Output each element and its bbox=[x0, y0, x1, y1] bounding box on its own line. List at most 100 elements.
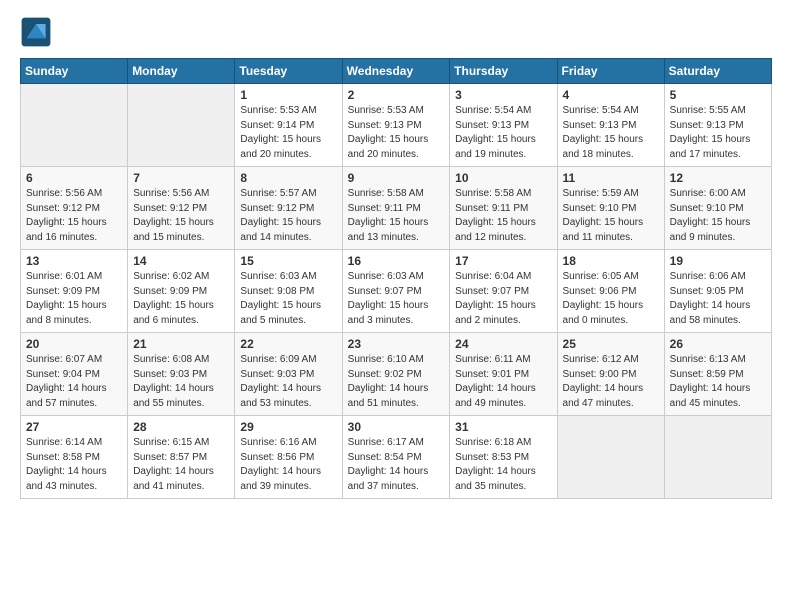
day-info: Sunrise: 6:17 AM Sunset: 8:54 PM Dayligh… bbox=[348, 436, 445, 494]
day-number: 2 bbox=[348, 88, 445, 102]
day-info: Sunrise: 5:54 AM Sunset: 9:13 PM Dayligh… bbox=[455, 104, 551, 162]
day-info: Sunrise: 6:15 AM Sunset: 8:57 PM Dayligh… bbox=[133, 436, 229, 494]
day-info: Sunrise: 6:12 AM Sunset: 9:00 PM Dayligh… bbox=[563, 353, 659, 411]
day-info: Sunrise: 5:59 AM Sunset: 9:10 PM Dayligh… bbox=[563, 187, 659, 245]
weekday-header: Saturday bbox=[664, 59, 771, 84]
day-info: Sunrise: 6:08 AM Sunset: 9:03 PM Dayligh… bbox=[133, 353, 229, 411]
page: SundayMondayTuesdayWednesdayThursdayFrid… bbox=[0, 0, 792, 612]
day-number: 26 bbox=[670, 337, 766, 351]
calendar-cell: 14 Sunrise: 6:02 AM Sunset: 9:09 PM Dayli… bbox=[128, 250, 235, 333]
calendar-cell: 21Sunrise: 6:08 AM Sunset: 9:03 PM Dayli… bbox=[128, 333, 235, 416]
calendar-cell: 9Sunrise: 5:58 AM Sunset: 9:11 PM Daylig… bbox=[342, 167, 450, 250]
day-info: Sunrise: 6:14 AM Sunset: 8:58 PM Dayligh… bbox=[26, 436, 122, 494]
calendar-cell: 6 Sunrise: 5:56 AM Sunset: 9:12 PM Daylig… bbox=[21, 167, 128, 250]
calendar-week-row: 13 Sunrise: 6:01 AM Sunset: 9:09 PM Dayli… bbox=[21, 250, 772, 333]
day-info: Sunrise: 6:16 AM Sunset: 8:56 PM Dayligh… bbox=[240, 436, 336, 494]
calendar-week-row: 6 Sunrise: 5:56 AM Sunset: 9:12 PM Daylig… bbox=[21, 167, 772, 250]
calendar-cell: 22 Sunrise: 6:09 AM Sunset: 9:03 PM Dayli… bbox=[235, 333, 342, 416]
calendar-cell: 23Sunrise: 6:10 AM Sunset: 9:02 PM Dayli… bbox=[342, 333, 450, 416]
day-info: Sunrise: 6:04 AM Sunset: 9:07 PM Dayligh… bbox=[455, 270, 551, 328]
weekday-header: Sunday bbox=[21, 59, 128, 84]
day-info: Sunrise: 5:56 AM Sunset: 9:12 PM Dayligh… bbox=[26, 187, 122, 245]
calendar-cell: 13 Sunrise: 6:01 AM Sunset: 9:09 PM Dayli… bbox=[21, 250, 128, 333]
calendar-cell bbox=[664, 416, 771, 499]
day-info: Sunrise: 6:06 AM Sunset: 9:05 PM Dayligh… bbox=[670, 270, 766, 328]
day-number: 9 bbox=[348, 171, 445, 185]
day-number: 30 bbox=[348, 420, 445, 434]
calendar-header-row: SundayMondayTuesdayWednesdayThursdayFrid… bbox=[21, 59, 772, 84]
day-number: 18 bbox=[563, 254, 659, 268]
day-number: 13 bbox=[26, 254, 122, 268]
day-number: 28 bbox=[133, 420, 229, 434]
weekday-header: Friday bbox=[557, 59, 664, 84]
day-number: 6 bbox=[26, 171, 122, 185]
calendar-cell: 25 Sunrise: 6:12 AM Sunset: 9:00 PM Dayli… bbox=[557, 333, 664, 416]
day-number: 27 bbox=[26, 420, 122, 434]
weekday-header: Wednesday bbox=[342, 59, 450, 84]
calendar: SundayMondayTuesdayWednesdayThursdayFrid… bbox=[20, 58, 772, 499]
calendar-cell: 3 Sunrise: 5:54 AM Sunset: 9:13 PM Daylig… bbox=[450, 84, 557, 167]
day-number: 22 bbox=[240, 337, 336, 351]
day-number: 1 bbox=[240, 88, 336, 102]
logo bbox=[20, 16, 56, 48]
day-number: 11 bbox=[563, 171, 659, 185]
calendar-cell: 16 Sunrise: 6:03 AM Sunset: 9:07 PM Dayli… bbox=[342, 250, 450, 333]
day-number: 19 bbox=[670, 254, 766, 268]
calendar-cell: 18 Sunrise: 6:05 AM Sunset: 9:06 PM Dayli… bbox=[557, 250, 664, 333]
day-info: Sunrise: 6:11 AM Sunset: 9:01 PM Dayligh… bbox=[455, 353, 551, 411]
day-info: Sunrise: 6:09 AM Sunset: 9:03 PM Dayligh… bbox=[240, 353, 336, 411]
day-info: Sunrise: 6:03 AM Sunset: 9:07 PM Dayligh… bbox=[348, 270, 445, 328]
day-number: 12 bbox=[670, 171, 766, 185]
day-number: 3 bbox=[455, 88, 551, 102]
day-number: 7 bbox=[133, 171, 229, 185]
calendar-cell bbox=[128, 84, 235, 167]
header bbox=[20, 16, 772, 48]
calendar-cell: 24 Sunrise: 6:11 AM Sunset: 9:01 PM Dayli… bbox=[450, 333, 557, 416]
calendar-cell: 29Sunrise: 6:16 AM Sunset: 8:56 PM Dayli… bbox=[235, 416, 342, 499]
calendar-cell bbox=[21, 84, 128, 167]
day-info: Sunrise: 5:54 AM Sunset: 9:13 PM Dayligh… bbox=[563, 104, 659, 162]
calendar-cell: 12 Sunrise: 6:00 AM Sunset: 9:10 PM Dayli… bbox=[664, 167, 771, 250]
day-info: Sunrise: 5:56 AM Sunset: 9:12 PM Dayligh… bbox=[133, 187, 229, 245]
calendar-cell: 30 Sunrise: 6:17 AM Sunset: 8:54 PM Dayli… bbox=[342, 416, 450, 499]
calendar-cell: 4Sunrise: 5:54 AM Sunset: 9:13 PM Daylig… bbox=[557, 84, 664, 167]
weekday-header: Thursday bbox=[450, 59, 557, 84]
calendar-cell: 26 Sunrise: 6:13 AM Sunset: 8:59 PM Dayli… bbox=[664, 333, 771, 416]
day-number: 14 bbox=[133, 254, 229, 268]
day-info: Sunrise: 5:53 AM Sunset: 9:13 PM Dayligh… bbox=[348, 104, 445, 162]
day-info: Sunrise: 5:58 AM Sunset: 9:11 PM Dayligh… bbox=[455, 187, 551, 245]
day-info: Sunrise: 6:00 AM Sunset: 9:10 PM Dayligh… bbox=[670, 187, 766, 245]
calendar-cell: 1 Sunrise: 5:53 AM Sunset: 9:14 PM Daylig… bbox=[235, 84, 342, 167]
calendar-week-row: 1 Sunrise: 5:53 AM Sunset: 9:14 PM Daylig… bbox=[21, 84, 772, 167]
calendar-cell: 31 Sunrise: 6:18 AM Sunset: 8:53 PM Dayli… bbox=[450, 416, 557, 499]
day-number: 16 bbox=[348, 254, 445, 268]
weekday-header: Monday bbox=[128, 59, 235, 84]
day-number: 23 bbox=[348, 337, 445, 351]
calendar-cell: 28 Sunrise: 6:15 AM Sunset: 8:57 PM Dayli… bbox=[128, 416, 235, 499]
day-number: 31 bbox=[455, 420, 551, 434]
day-info: Sunrise: 6:02 AM Sunset: 9:09 PM Dayligh… bbox=[133, 270, 229, 328]
day-info: Sunrise: 5:55 AM Sunset: 9:13 PM Dayligh… bbox=[670, 104, 766, 162]
day-info: Sunrise: 6:07 AM Sunset: 9:04 PM Dayligh… bbox=[26, 353, 122, 411]
day-info: Sunrise: 6:01 AM Sunset: 9:09 PM Dayligh… bbox=[26, 270, 122, 328]
day-number: 25 bbox=[563, 337, 659, 351]
day-number: 24 bbox=[455, 337, 551, 351]
calendar-cell: 19 Sunrise: 6:06 AM Sunset: 9:05 PM Dayli… bbox=[664, 250, 771, 333]
day-number: 15 bbox=[240, 254, 336, 268]
calendar-cell: 27 Sunrise: 6:14 AM Sunset: 8:58 PM Dayli… bbox=[21, 416, 128, 499]
calendar-cell: 15Sunrise: 6:03 AM Sunset: 9:08 PM Dayli… bbox=[235, 250, 342, 333]
day-number: 17 bbox=[455, 254, 551, 268]
calendar-week-row: 27 Sunrise: 6:14 AM Sunset: 8:58 PM Dayli… bbox=[21, 416, 772, 499]
day-number: 20 bbox=[26, 337, 122, 351]
calendar-cell: 8Sunrise: 5:57 AM Sunset: 9:12 PM Daylig… bbox=[235, 167, 342, 250]
day-info: Sunrise: 6:13 AM Sunset: 8:59 PM Dayligh… bbox=[670, 353, 766, 411]
calendar-cell: 20 Sunrise: 6:07 AM Sunset: 9:04 PM Dayli… bbox=[21, 333, 128, 416]
calendar-cell: 11 Sunrise: 5:59 AM Sunset: 9:10 PM Dayli… bbox=[557, 167, 664, 250]
day-info: Sunrise: 5:53 AM Sunset: 9:14 PM Dayligh… bbox=[240, 104, 336, 162]
day-info: Sunrise: 6:18 AM Sunset: 8:53 PM Dayligh… bbox=[455, 436, 551, 494]
day-number: 10 bbox=[455, 171, 551, 185]
day-number: 8 bbox=[240, 171, 336, 185]
calendar-cell: 5Sunrise: 5:55 AM Sunset: 9:13 PM Daylig… bbox=[664, 84, 771, 167]
day-info: Sunrise: 6:05 AM Sunset: 9:06 PM Dayligh… bbox=[563, 270, 659, 328]
logo-icon bbox=[20, 16, 52, 48]
